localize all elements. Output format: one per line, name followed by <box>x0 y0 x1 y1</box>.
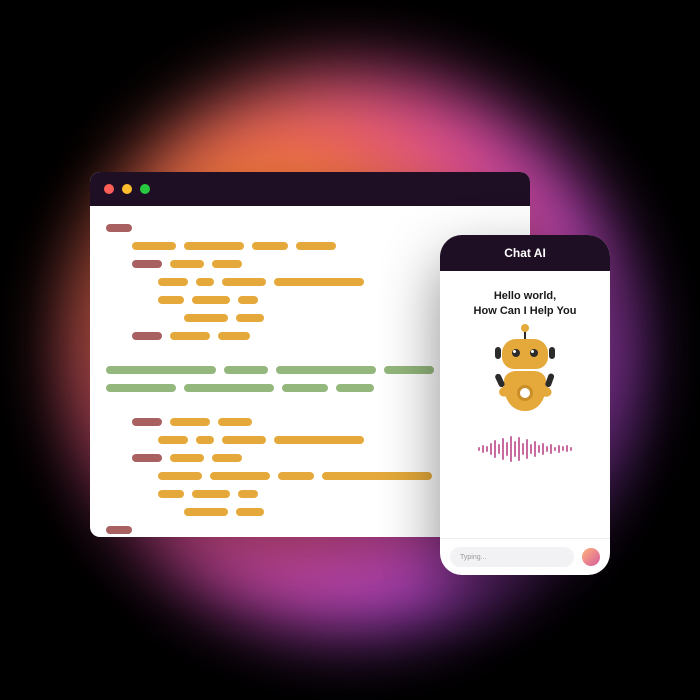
chat-input-bar: Typing... <box>440 538 610 575</box>
chat-input-placeholder: Typing... <box>460 554 486 561</box>
phone-header: Chat AI <box>440 235 610 271</box>
voice-waveform-icon <box>478 435 572 463</box>
minimize-icon[interactable] <box>122 184 132 194</box>
chat-phone: Chat AI Hello world, How Can I Help You <box>440 235 610 575</box>
maximize-icon[interactable] <box>140 184 150 194</box>
greeting-line1: Hello world, <box>474 289 577 304</box>
phone-body: Hello world, How Can I Help You <box>440 271 610 538</box>
greeting-line2: How Can I Help You <box>474 304 577 319</box>
code-line <box>106 224 510 232</box>
window-titlebar <box>90 172 530 206</box>
chat-greeting: Hello world, How Can I Help You <box>474 289 577 319</box>
send-button[interactable] <box>582 548 600 566</box>
chat-input[interactable]: Typing... <box>450 547 574 567</box>
robot-icon <box>489 333 561 421</box>
phone-title: Chat AI <box>504 246 546 260</box>
close-icon[interactable] <box>104 184 114 194</box>
